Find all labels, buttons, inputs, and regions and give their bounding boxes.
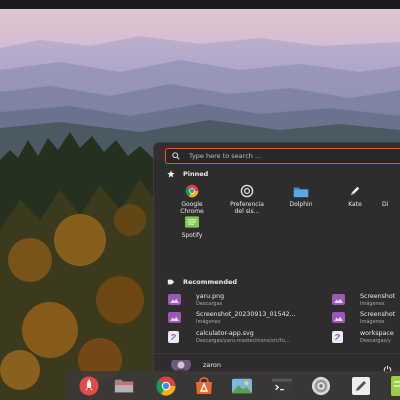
recommended-item[interactable]: yaru.png Descargas [168, 293, 224, 308]
launcher-rocket-icon[interactable] [79, 376, 99, 396]
image-file-icon [168, 312, 181, 323]
notes-icon[interactable] [387, 376, 400, 396]
image-viewer-icon[interactable] [232, 376, 252, 396]
recommended-title: Recommended [183, 278, 238, 286]
svg-file-icon [332, 331, 343, 343]
file-location: Imágenes [360, 301, 385, 307]
chrome-icon [184, 183, 200, 199]
pinned-app-dolphin[interactable]: Dolphin [283, 183, 319, 208]
svg-file-icon [168, 331, 179, 343]
app-label: Spotify [181, 232, 203, 239]
app-label: Preferencia del sis... [230, 201, 264, 215]
file-name: yaru.png [196, 293, 225, 300]
image-file-icon [168, 294, 181, 305]
file-location: Imágenes [196, 319, 221, 325]
image-file-icon [332, 312, 345, 323]
recommended-item[interactable]: Screenshot_20230913_01542... Imágenes [168, 311, 296, 326]
top-bar [0, 0, 400, 9]
recommended-heading: Recommended [167, 277, 237, 287]
recommended-item[interactable]: Screenshot Imágenes [332, 311, 395, 326]
chrome-icon[interactable] [156, 376, 176, 396]
spotify-icon [184, 214, 200, 230]
folder-icon [293, 183, 309, 199]
image-file-icon [332, 294, 345, 305]
kate-pen-icon [347, 183, 363, 199]
settings-icon[interactable] [311, 376, 331, 396]
editor-icon[interactable] [351, 376, 371, 396]
recommended-icon [167, 277, 177, 287]
dock [66, 371, 400, 400]
username[interactable]: zaron [203, 361, 221, 369]
file-name: workspace [360, 330, 394, 337]
pinned-app-spotify[interactable]: Spotify [174, 214, 210, 239]
recommended-item[interactable]: Screenshot Imágenes [332, 293, 395, 308]
power-icon[interactable] [383, 359, 393, 373]
recommended-item[interactable]: workspace Descargas/y [332, 330, 394, 345]
file-name: Screenshot [360, 311, 396, 318]
app-launcher-menu: Pinned Google Chrome Preferencia del sis… [153, 142, 400, 374]
pinned-app-system-settings[interactable]: Preferencia del sis... [227, 183, 267, 215]
file-location: Descargas [196, 301, 223, 307]
app-icon-partial [386, 183, 400, 199]
pinned-app-partial[interactable]: Di [382, 183, 400, 208]
star-icon [167, 169, 177, 179]
file-name: Screenshot [360, 293, 396, 300]
terminal-icon[interactable] [272, 376, 292, 396]
search-field[interactable] [165, 148, 400, 164]
pinned-app-kate[interactable]: Kate [337, 183, 373, 208]
files-folder-icon[interactable] [114, 376, 134, 396]
pinned-heading: Pinned [167, 169, 208, 179]
store-icon[interactable] [194, 376, 214, 396]
pinned-app-chrome[interactable]: Google Chrome [174, 183, 210, 215]
search-icon [172, 150, 184, 162]
recommended-item[interactable]: calculator-app.svg Descargas/yaru-master… [168, 330, 290, 345]
app-label: Google Chrome [180, 201, 204, 215]
file-name: Screenshot_20230913_01542... [196, 311, 296, 318]
search-input[interactable] [189, 152, 389, 160]
file-location: Imágenes [360, 319, 385, 325]
app-label: Kate [348, 201, 362, 208]
settings-icon [239, 183, 255, 199]
file-location: Descargas/y [360, 338, 391, 344]
file-location: Descargas/yaru-master/icons/src/fu... [196, 338, 290, 344]
pinned-title: Pinned [183, 170, 209, 178]
app-label: Dolphin [289, 201, 313, 208]
avatar[interactable] [171, 358, 191, 371]
app-label: Di [382, 201, 389, 208]
file-name: calculator-app.svg [196, 330, 254, 337]
